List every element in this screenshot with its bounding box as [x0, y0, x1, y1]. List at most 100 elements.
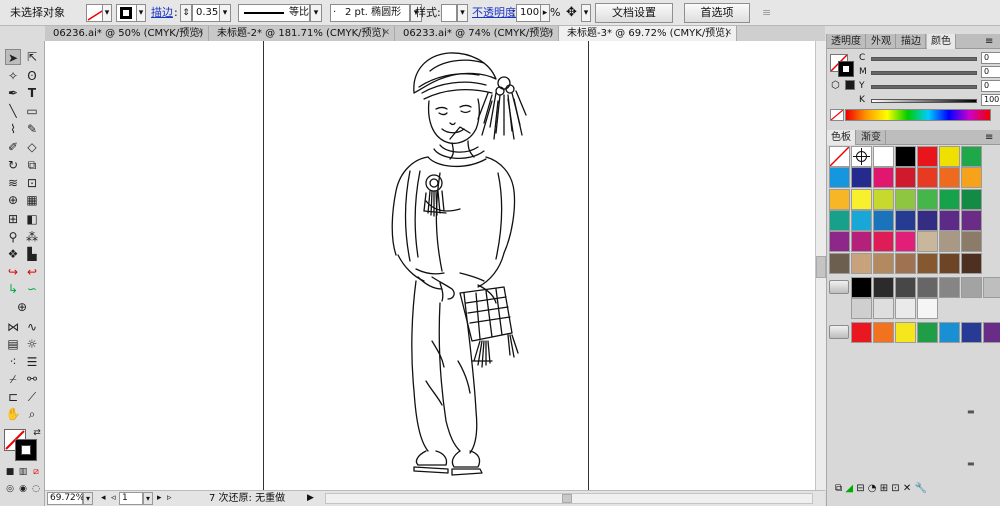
- pencil-tool-icon[interactable]: ✎: [24, 121, 40, 137]
- swatch-kind-icon[interactable]: ◢: [845, 483, 853, 494]
- measure-tool-icon[interactable]: ⌿: [5, 371, 21, 387]
- swatch[interactable]: [895, 277, 916, 298]
- swatch[interactable]: [895, 253, 916, 274]
- swatch[interactable]: [873, 231, 894, 252]
- slider-value-field[interactable]: 0: [981, 52, 1000, 64]
- green-curve-tool-icon[interactable]: ∽: [24, 281, 40, 297]
- stroke-link[interactable]: 描边: [151, 0, 173, 26]
- artboard-tool-icon[interactable]: ⊏: [5, 389, 21, 405]
- swatch[interactable]: [895, 322, 916, 343]
- tab-gradient[interactable]: 渐变: [857, 130, 886, 145]
- document-canvas[interactable]: [45, 41, 815, 490]
- red-arc-tool-icon[interactable]: ↩: [24, 264, 40, 280]
- none-swatch[interactable]: [829, 146, 850, 167]
- slider-value-field[interactable]: 100: [981, 94, 1000, 106]
- mesh-tool-icon[interactable]: ⊞: [5, 211, 21, 227]
- slider-value-field[interactable]: 0: [981, 80, 1000, 92]
- swatch[interactable]: [917, 210, 938, 231]
- panel-menu-icon[interactable]: ≡: [985, 130, 993, 145]
- close-icon[interactable]: ✕: [196, 26, 204, 41]
- swatch[interactable]: [895, 231, 916, 252]
- swatch[interactable]: [939, 189, 960, 210]
- slider-track[interactable]: [871, 71, 977, 75]
- direct-selection-tool-icon[interactable]: ⇱: [24, 49, 40, 65]
- none-mode-icon[interactable]: ⧄: [28, 464, 44, 480]
- wave-tool-icon[interactable]: ∿: [24, 319, 40, 335]
- zoom-field[interactable]: 69.72%: [47, 492, 84, 505]
- control-bar-menu-icon[interactable]: ≡: [762, 0, 771, 26]
- swatch[interactable]: [829, 253, 850, 274]
- fill-dropdown[interactable]: ▾: [102, 4, 112, 22]
- flare-tool-icon[interactable]: ☼: [24, 336, 40, 352]
- hand-tool-icon[interactable]: ✋: [5, 406, 21, 422]
- swatch[interactable]: [851, 167, 872, 188]
- show-kinds-icon[interactable]: ⊟: [856, 483, 864, 494]
- swatch[interactable]: [851, 322, 872, 343]
- color-stroke-preview[interactable]: [838, 61, 854, 77]
- resize-grip-icon[interactable]: ▬: [967, 459, 975, 468]
- swatch[interactable]: [917, 298, 938, 319]
- opacity-link[interactable]: 不透明度: [472, 0, 516, 26]
- tab-stroke[interactable]: 描边: [897, 34, 926, 49]
- zoom-tool-icon[interactable]: ⌕: [24, 406, 40, 422]
- swatch[interactable]: [873, 298, 894, 319]
- brush-select[interactable]: · 2 pt. 椭圆形: [330, 4, 410, 22]
- pen-tool-icon[interactable]: ✒: [5, 85, 21, 101]
- scroll-thumb[interactable]: [816, 256, 826, 278]
- swatch[interactable]: [829, 210, 850, 231]
- swatch[interactable]: [917, 146, 938, 167]
- paintbrush-tool-icon[interactable]: ⌇: [5, 121, 21, 137]
- eyedropper-tool-icon[interactable]: ⚲: [5, 229, 21, 245]
- swatch[interactable]: [961, 189, 982, 210]
- swatch[interactable]: [895, 210, 916, 231]
- page-dropdown[interactable]: ▾: [143, 492, 153, 505]
- swatch[interactable]: [961, 253, 982, 274]
- style-dropdown[interactable]: ▾: [457, 4, 468, 22]
- tab-document-4[interactable]: 未标题-3* @ 69.72% (CMYK/预览) ✕: [559, 26, 737, 41]
- swatch[interactable]: [851, 253, 872, 274]
- scroll-thumb[interactable]: [562, 494, 572, 503]
- recolor-dropdown[interactable]: ▾: [581, 4, 591, 22]
- stroke-swatch[interactable]: [116, 4, 138, 22]
- swatch[interactable]: [961, 210, 982, 231]
- swap-colors-icon[interactable]: ⇄: [29, 425, 45, 441]
- first-page-icon[interactable]: ◂: [101, 492, 106, 505]
- swatch[interactable]: [961, 322, 982, 343]
- warp-tool-icon[interactable]: ≋: [5, 175, 21, 191]
- swatch[interactable]: [939, 253, 960, 274]
- swatch[interactable]: [961, 146, 982, 167]
- resize-grip-icon[interactable]: ▬: [967, 407, 975, 416]
- swatch[interactable]: [917, 253, 938, 274]
- swatch[interactable]: [851, 277, 872, 298]
- slider-value-field[interactable]: 0: [981, 66, 1000, 78]
- registration-swatch[interactable]: [851, 146, 872, 167]
- swatch-folder-icon[interactable]: [829, 280, 849, 294]
- swatch[interactable]: [939, 277, 960, 298]
- tab-swatches[interactable]: 色板: [827, 130, 856, 145]
- swatch[interactable]: [917, 322, 938, 343]
- tab-document-2[interactable]: 未标题-2* @ 181.71% (CMYK/预览) ✕: [209, 26, 395, 41]
- preferences-button[interactable]: 首选项: [684, 3, 750, 23]
- none-color-button[interactable]: [830, 109, 844, 121]
- tab-color[interactable]: 颜色: [927, 34, 956, 49]
- eraser-tool-icon[interactable]: ◇: [24, 139, 40, 155]
- grid-tool-icon[interactable]: ▤: [5, 336, 21, 352]
- slider-track[interactable]: [871, 99, 977, 103]
- recolor-icon[interactable]: ✥: [566, 0, 577, 26]
- swatch[interactable]: [961, 277, 982, 298]
- swatch-options-icon[interactable]: ◔: [868, 483, 877, 494]
- swatch[interactable]: [873, 253, 894, 274]
- swatch[interactable]: [939, 210, 960, 231]
- tab-document-1[interactable]: 06236.ai* @ 50% (CMYK/预览) ✕: [45, 26, 209, 41]
- slider-c[interactable]: C 0: [859, 52, 1000, 66]
- tab-appearance[interactable]: 外观: [867, 34, 896, 49]
- crosshair-tool-icon[interactable]: ⊕: [14, 299, 30, 315]
- color-spectrum[interactable]: [845, 109, 991, 121]
- column-graph-tool-icon[interactable]: ▙: [24, 246, 40, 262]
- swatch[interactable]: [939, 322, 960, 343]
- shape-builder-tool-icon[interactable]: ⊕: [5, 192, 21, 208]
- swatch[interactable]: [983, 322, 1000, 343]
- rotate-tool-icon[interactable]: ↻: [5, 157, 21, 173]
- swatch[interactable]: [917, 231, 938, 252]
- swatch[interactable]: [917, 167, 938, 188]
